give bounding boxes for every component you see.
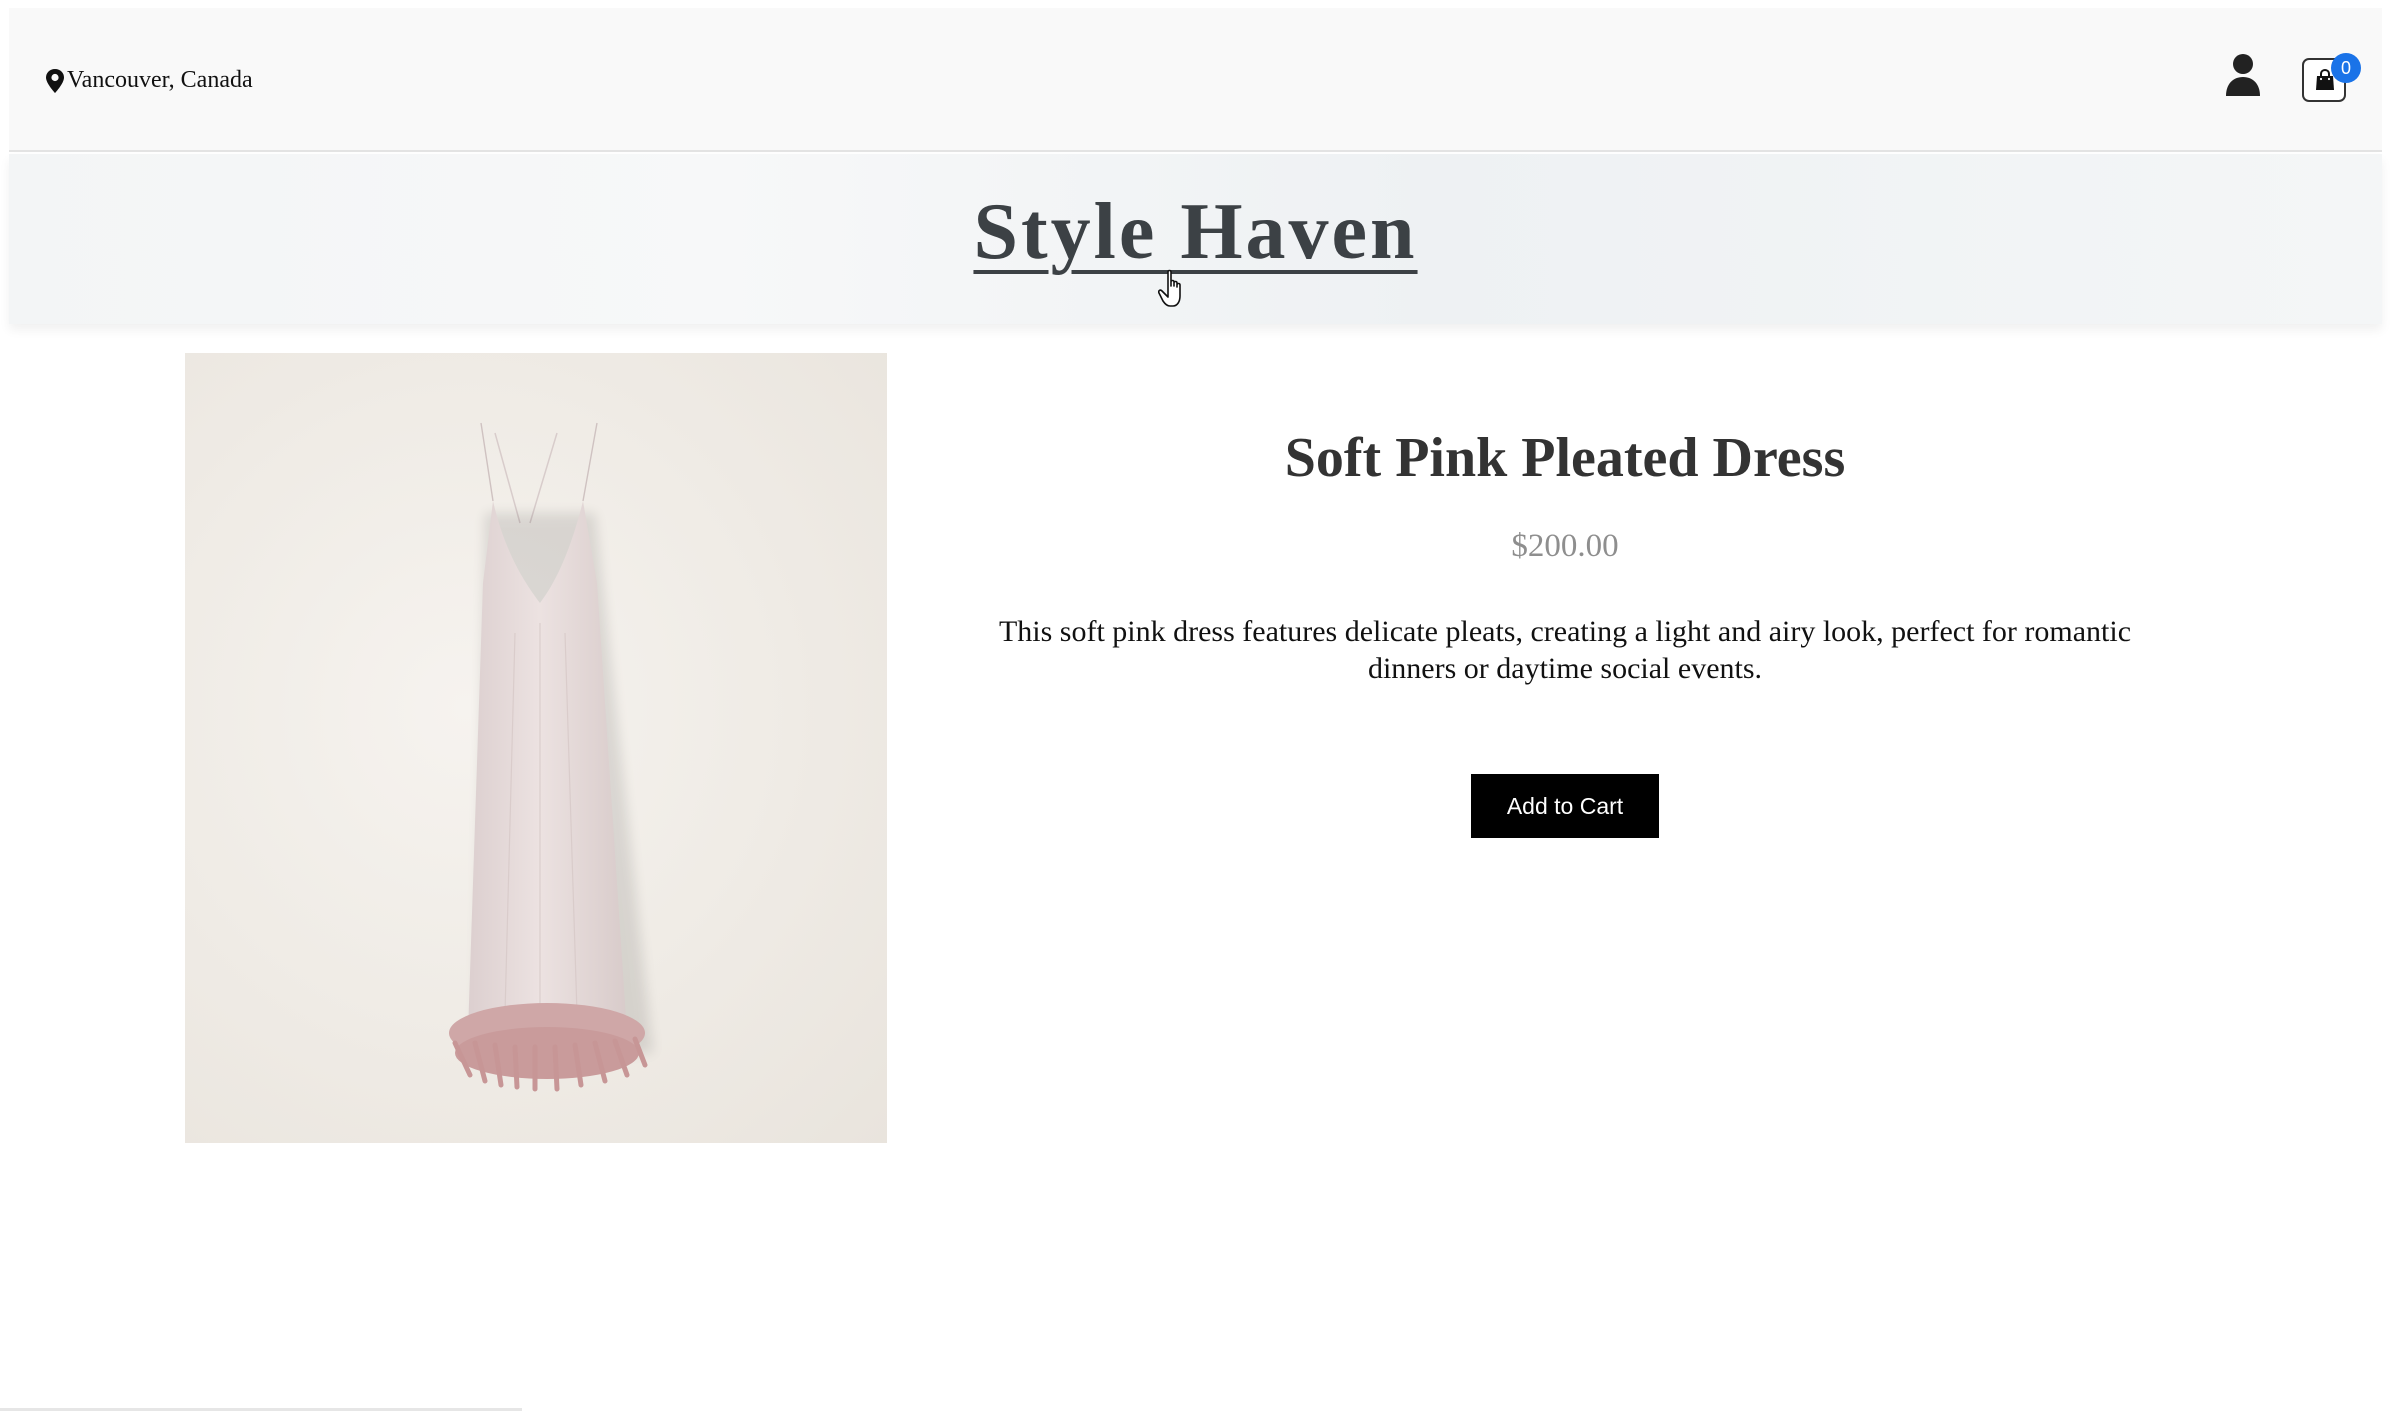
location: Vancouver, Canada xyxy=(45,67,253,94)
product-price: $200.00 xyxy=(1511,528,1619,564)
location-label: Vancouver, Canada xyxy=(67,67,253,93)
map-pin-icon xyxy=(46,68,64,93)
product-details: Soft Pink Pleated Dress $200.00 This sof… xyxy=(940,420,2190,838)
hand-cursor-icon xyxy=(1158,269,1181,307)
brand-banner: Style Haven xyxy=(9,154,2382,324)
user-icon xyxy=(2226,54,2260,96)
brand-title-link[interactable]: Style Haven xyxy=(9,187,2382,278)
account-button[interactable] xyxy=(2223,52,2263,98)
product-description: This soft pink dress features delicate p… xyxy=(998,615,2132,685)
cart-count-badge: 0 xyxy=(2331,53,2361,83)
add-to-cart-button[interactable]: Add to Cart xyxy=(1471,774,1659,838)
product-title: Soft Pink Pleated Dress xyxy=(1284,427,1846,489)
dress-image xyxy=(449,422,653,1092)
top-bar: Vancouver, Canada xyxy=(9,8,2382,152)
product-image xyxy=(185,353,887,1143)
